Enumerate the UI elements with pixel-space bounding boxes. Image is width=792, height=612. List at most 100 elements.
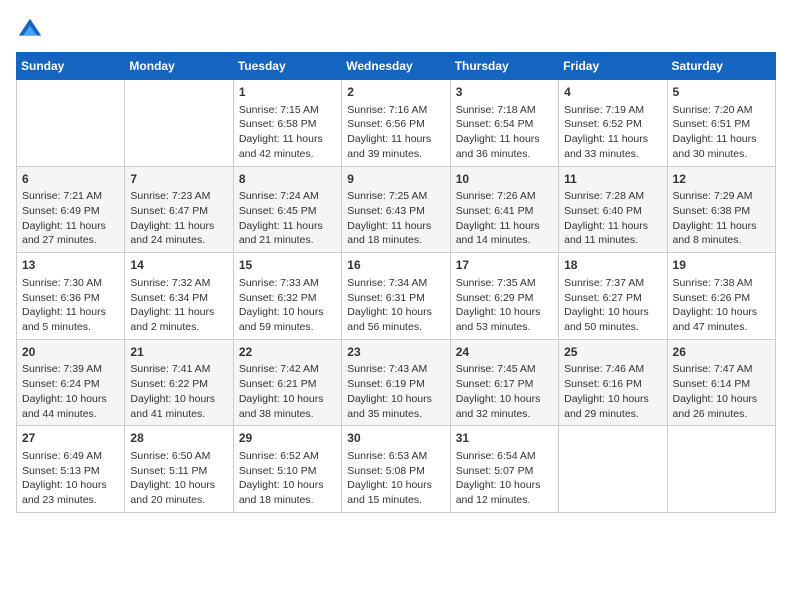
day-header-thursday: Thursday [450,53,558,80]
calendar-cell: 13 Sunrise: 7:30 AM Sunset: 6:36 PM Dayli… [17,253,125,340]
day-info: Sunrise: 7:18 AM Sunset: 6:54 PM Dayligh… [456,103,553,162]
calendar-table: SundayMondayTuesdayWednesdayThursdayFrid… [16,52,776,513]
day-number: 11 [564,171,661,188]
day-info: Sunrise: 7:47 AM Sunset: 6:14 PM Dayligh… [673,362,770,421]
calendar-cell: 19 Sunrise: 7:38 AM Sunset: 6:26 PM Dayli… [667,253,775,340]
day-number: 29 [239,430,336,447]
day-info: Sunrise: 7:24 AM Sunset: 6:45 PM Dayligh… [239,189,336,248]
page-header [16,16,776,44]
calendar-cell: 1 Sunrise: 7:15 AM Sunset: 6:58 PM Daylig… [233,80,341,167]
day-number: 24 [456,344,553,361]
day-number: 4 [564,84,661,101]
day-info: Sunrise: 7:23 AM Sunset: 6:47 PM Dayligh… [130,189,227,248]
day-info: Sunrise: 7:16 AM Sunset: 6:56 PM Dayligh… [347,103,444,162]
day-info: Sunrise: 6:53 AM Sunset: 5:08 PM Dayligh… [347,449,444,508]
day-number: 14 [130,257,227,274]
day-number: 5 [673,84,770,101]
calendar-cell: 20Sunrise: 7:39 AM Sunset: 6:24 PM Dayli… [17,339,125,426]
calendar-cell: 31 Sunrise: 6:54 AM Sunset: 5:07 PM Dayli… [450,426,558,513]
day-info: Sunrise: 7:45 AM Sunset: 6:17 PM Dayligh… [456,362,553,421]
calendar-cell: 8Sunrise: 7:24 AM Sunset: 6:45 PM Daylig… [233,166,341,253]
day-number: 17 [456,257,553,274]
day-info: Sunrise: 7:29 AM Sunset: 6:38 PM Dayligh… [673,189,770,248]
day-number: 31 [456,430,553,447]
calendar-cell: 29 Sunrise: 6:52 AM Sunset: 5:10 PM Dayli… [233,426,341,513]
calendar-cell: 21Sunrise: 7:41 AM Sunset: 6:22 PM Dayli… [125,339,233,426]
calendar-cell: 2 Sunrise: 7:16 AM Sunset: 6:56 PM Daylig… [342,80,450,167]
day-number: 8 [239,171,336,188]
day-info: Sunrise: 7:39 AM Sunset: 6:24 PM Dayligh… [22,362,119,421]
day-number: 19 [673,257,770,274]
day-number: 28 [130,430,227,447]
day-number: 16 [347,257,444,274]
day-number: 6 [22,171,119,188]
day-number: 27 [22,430,119,447]
day-header-monday: Monday [125,53,233,80]
calendar-cell: 23Sunrise: 7:43 AM Sunset: 6:19 PM Dayli… [342,339,450,426]
day-number: 12 [673,171,770,188]
day-number: 10 [456,171,553,188]
calendar-cell: 30 Sunrise: 6:53 AM Sunset: 5:08 PM Dayli… [342,426,450,513]
days-header-row: SundayMondayTuesdayWednesdayThursdayFrid… [17,53,776,80]
day-info: Sunrise: 6:54 AM Sunset: 5:07 PM Dayligh… [456,449,553,508]
day-info: Sunrise: 7:41 AM Sunset: 6:22 PM Dayligh… [130,362,227,421]
day-number: 13 [22,257,119,274]
calendar-cell: 14Sunrise: 7:32 AM Sunset: 6:34 PM Dayli… [125,253,233,340]
day-info: Sunrise: 7:28 AM Sunset: 6:40 PM Dayligh… [564,189,661,248]
day-number: 25 [564,344,661,361]
calendar-cell: 15 Sunrise: 7:33 AM Sunset: 6:32 PM Dayli… [233,253,341,340]
calendar-cell [559,426,667,513]
calendar-cell: 10Sunrise: 7:26 AM Sunset: 6:41 PM Dayli… [450,166,558,253]
week-row-1: 1 Sunrise: 7:15 AM Sunset: 6:58 PM Daylig… [17,80,776,167]
day-header-wednesday: Wednesday [342,53,450,80]
day-number: 22 [239,344,336,361]
calendar-cell: 5 Sunrise: 7:20 AM Sunset: 6:51 PM Daylig… [667,80,775,167]
day-number: 9 [347,171,444,188]
day-number: 1 [239,84,336,101]
calendar-cell: 4Sunrise: 7:19 AM Sunset: 6:52 PM Daylig… [559,80,667,167]
day-info: Sunrise: 7:30 AM Sunset: 6:36 PM Dayligh… [22,276,119,335]
day-number: 20 [22,344,119,361]
day-header-friday: Friday [559,53,667,80]
day-info: Sunrise: 7:46 AM Sunset: 6:16 PM Dayligh… [564,362,661,421]
calendar-cell: 26Sunrise: 7:47 AM Sunset: 6:14 PM Dayli… [667,339,775,426]
day-number: 15 [239,257,336,274]
calendar-cell: 11Sunrise: 7:28 AM Sunset: 6:40 PM Dayli… [559,166,667,253]
day-info: Sunrise: 7:25 AM Sunset: 6:43 PM Dayligh… [347,189,444,248]
logo [16,16,48,44]
calendar-cell: 22Sunrise: 7:42 AM Sunset: 6:21 PM Dayli… [233,339,341,426]
day-number: 23 [347,344,444,361]
calendar-cell: 12Sunrise: 7:29 AM Sunset: 6:38 PM Dayli… [667,166,775,253]
calendar-cell [667,426,775,513]
calendar-cell [17,80,125,167]
day-info: Sunrise: 7:20 AM Sunset: 6:51 PM Dayligh… [673,103,770,162]
day-number: 30 [347,430,444,447]
calendar-cell: 7Sunrise: 7:23 AM Sunset: 6:47 PM Daylig… [125,166,233,253]
week-row-5: 27 Sunrise: 6:49 AM Sunset: 5:13 PM Dayli… [17,426,776,513]
day-info: Sunrise: 7:37 AM Sunset: 6:27 PM Dayligh… [564,276,661,335]
calendar-cell: 25Sunrise: 7:46 AM Sunset: 6:16 PM Dayli… [559,339,667,426]
day-info: Sunrise: 6:49 AM Sunset: 5:13 PM Dayligh… [22,449,119,508]
day-info: Sunrise: 7:42 AM Sunset: 6:21 PM Dayligh… [239,362,336,421]
day-info: Sunrise: 7:33 AM Sunset: 6:32 PM Dayligh… [239,276,336,335]
day-info: Sunrise: 7:26 AM Sunset: 6:41 PM Dayligh… [456,189,553,248]
calendar-cell: 16 Sunrise: 7:34 AM Sunset: 6:31 PM Dayli… [342,253,450,340]
calendar-cell [125,80,233,167]
calendar-cell: 18Sunrise: 7:37 AM Sunset: 6:27 PM Dayli… [559,253,667,340]
day-info: Sunrise: 7:15 AM Sunset: 6:58 PM Dayligh… [239,103,336,162]
calendar-cell: 6Sunrise: 7:21 AM Sunset: 6:49 PM Daylig… [17,166,125,253]
day-info: Sunrise: 7:43 AM Sunset: 6:19 PM Dayligh… [347,362,444,421]
calendar-cell: 24Sunrise: 7:45 AM Sunset: 6:17 PM Dayli… [450,339,558,426]
day-number: 21 [130,344,227,361]
day-number: 7 [130,171,227,188]
day-header-saturday: Saturday [667,53,775,80]
day-info: Sunrise: 7:38 AM Sunset: 6:26 PM Dayligh… [673,276,770,335]
day-number: 2 [347,84,444,101]
day-info: Sunrise: 7:34 AM Sunset: 6:31 PM Dayligh… [347,276,444,335]
calendar-cell: 28Sunrise: 6:50 AM Sunset: 5:11 PM Dayli… [125,426,233,513]
day-info: Sunrise: 6:52 AM Sunset: 5:10 PM Dayligh… [239,449,336,508]
calendar-cell: 9Sunrise: 7:25 AM Sunset: 6:43 PM Daylig… [342,166,450,253]
day-header-tuesday: Tuesday [233,53,341,80]
day-info: Sunrise: 7:35 AM Sunset: 6:29 PM Dayligh… [456,276,553,335]
day-info: Sunrise: 7:21 AM Sunset: 6:49 PM Dayligh… [22,189,119,248]
